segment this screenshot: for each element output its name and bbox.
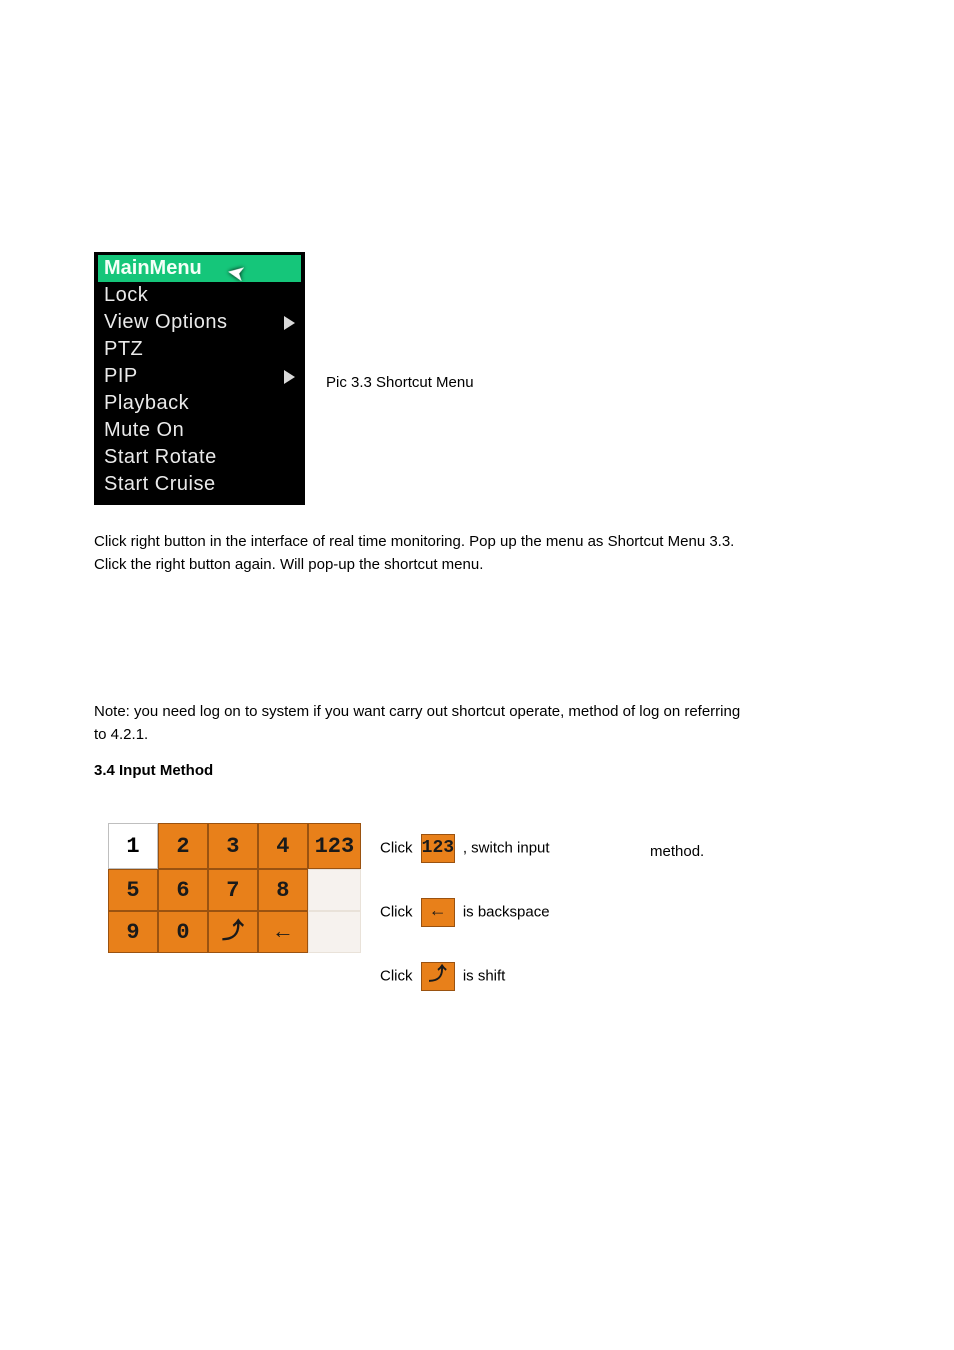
menu-item-start-cruise[interactable]: Start Cruise: [98, 471, 301, 498]
key-3[interactable]: 3: [208, 823, 258, 869]
paragraph-instructions: Click right button in the interface of r…: [94, 530, 874, 577]
key-8[interactable]: 8: [258, 869, 308, 911]
dvr-context-menu: MainMenu Lock View Options PTZ PIP Playb…: [94, 252, 305, 505]
menu-item-label: View Options: [104, 311, 227, 334]
menu-item-label: PTZ: [104, 338, 143, 361]
chip-backspace: ←: [421, 898, 455, 927]
figure-caption: Pic 3.3 Shortcut Menu: [326, 374, 474, 391]
key-0[interactable]: 0: [158, 911, 208, 953]
key-4[interactable]: 4: [258, 823, 308, 869]
onscreen-keypad: 1 2 3 4 123 5 6 7 8 9 0 ⤴ ←: [108, 823, 361, 953]
paragraph-note: Note: you need log on to system if you w…: [94, 700, 874, 747]
key-2[interactable]: 2: [158, 823, 208, 869]
menu-item-label: Lock: [104, 284, 148, 307]
text: Note: you need log on to system if you w…: [94, 703, 740, 720]
menu-item-label: Start Rotate: [104, 446, 217, 469]
key-mode-123[interactable]: 123: [308, 823, 361, 869]
key-5[interactable]: 5: [108, 869, 158, 911]
text: Click the right button again. Will pop-u…: [94, 556, 483, 573]
menu-item-view-options[interactable]: View Options: [98, 309, 301, 336]
menu-item-playback[interactable]: Playback: [98, 390, 301, 417]
menu-item-mute-on[interactable]: Mute On: [98, 417, 301, 444]
submenu-arrow-icon: [284, 370, 295, 384]
text: , switch input: [463, 839, 550, 856]
legend-row-mode: Click 123 , switch input: [380, 830, 550, 863]
menu-item-label: Playback: [104, 392, 189, 415]
text: Click right button in the interface of r…: [94, 533, 734, 550]
legend-row-shift: Click ⤴ is shift: [380, 958, 550, 991]
menu-item-label: PIP: [104, 365, 138, 388]
text: is backspace: [463, 903, 550, 920]
key-shift[interactable]: ⤴: [208, 911, 258, 953]
menu-item-start-rotate[interactable]: Start Rotate: [98, 444, 301, 471]
menu-item-pip[interactable]: PIP: [98, 363, 301, 390]
text: Click: [380, 967, 417, 984]
text: Click: [380, 903, 417, 920]
keypad-legend: Click 123 , switch input Click ← is back…: [380, 830, 550, 1022]
key-blank: [308, 911, 361, 953]
menu-item-mainmenu[interactable]: MainMenu: [98, 255, 301, 282]
key-7[interactable]: 7: [208, 869, 258, 911]
text: to 4.2.1.: [94, 726, 148, 743]
key-blank: [308, 869, 361, 911]
key-9[interactable]: 9: [108, 911, 158, 953]
chip-shift: ⤴: [421, 962, 455, 991]
key-backspace[interactable]: ←: [258, 911, 308, 953]
key-6[interactable]: 6: [158, 869, 208, 911]
menu-item-lock[interactable]: Lock: [98, 282, 301, 309]
menu-item-label: MainMenu: [104, 257, 202, 280]
text: Click: [380, 839, 417, 856]
text: is shift: [463, 967, 506, 984]
submenu-arrow-icon: [284, 316, 295, 330]
shift-icon: ⤴: [222, 920, 244, 942]
key-1[interactable]: 1: [108, 823, 158, 869]
menu-item-label: Start Cruise: [104, 473, 216, 496]
section-heading: 3.4 Input Method: [94, 762, 213, 779]
menu-item-label: Mute On: [104, 419, 184, 442]
backspace-icon: ←: [272, 920, 294, 942]
legend-method-word: method.: [650, 840, 704, 863]
chip-123: 123: [421, 834, 455, 863]
legend-row-backspace: Click ← is backspace: [380, 894, 550, 927]
menu-item-ptz[interactable]: PTZ: [98, 336, 301, 363]
